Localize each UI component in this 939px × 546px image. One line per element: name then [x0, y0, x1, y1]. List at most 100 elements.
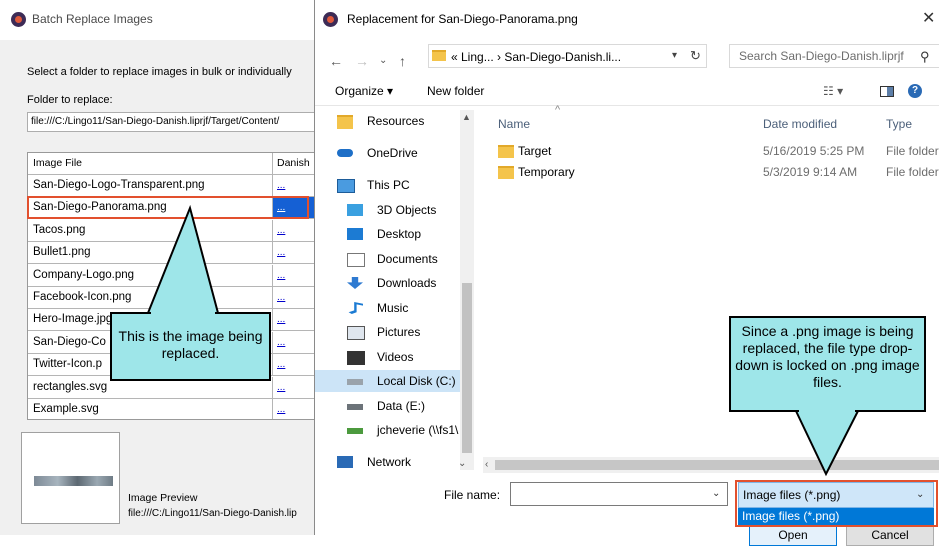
nav-item-label: 3D Objects	[377, 203, 437, 217]
file-name-label: File name:	[444, 488, 501, 502]
browse-link[interactable]: ...	[273, 175, 317, 196]
scroll-up-icon[interactable]: ▲	[462, 112, 471, 122]
browse-link[interactable]: ...	[273, 377, 317, 398]
file-name: Temporary	[518, 165, 575, 179]
close-icon[interactable]: ✕	[922, 8, 935, 28]
help-icon[interactable]: ?	[908, 84, 922, 98]
batch-instruction: Select a folder to replace images in bul…	[27, 66, 292, 78]
image-file-name: Company-Logo.png	[28, 264, 273, 286]
highlight-file-type	[735, 480, 938, 527]
nav-item-label: Resources	[367, 114, 425, 128]
sort-ascending-icon: ^	[555, 104, 561, 116]
monitor-icon	[337, 179, 355, 193]
horizontal-scroll-thumb[interactable]	[495, 460, 939, 470]
folder-label: Folder to replace:	[27, 94, 113, 106]
column-type[interactable]: Type	[886, 117, 912, 131]
file-type: File folder	[886, 165, 939, 179]
table-row[interactable]: Bullet1.png...	[28, 242, 317, 265]
file-type: File folder	[886, 144, 939, 158]
grid-header-image-file[interactable]: Image File	[28, 153, 273, 174]
up-arrow-icon[interactable]: ↑	[399, 53, 406, 69]
music-icon	[348, 302, 363, 314]
column-name[interactable]: Name	[498, 117, 530, 131]
open-button[interactable]: Open	[749, 524, 837, 546]
file-date: 5/16/2019 5:25 PM	[763, 144, 865, 158]
browse-link[interactable]: ...	[273, 309, 317, 330]
nav-item-label: Desktop	[377, 227, 422, 241]
network-drive-icon	[347, 428, 363, 434]
image-file-name: San-Diego-Logo-Transparent.png	[28, 175, 273, 196]
nav-item-label: Downloads	[377, 276, 437, 290]
download-icon	[347, 277, 363, 289]
browse-link[interactable]: ...	[273, 332, 317, 353]
refresh-icon[interactable]: ↻	[690, 48, 701, 64]
table-row[interactable]: Facebook-Icon.png...	[28, 287, 317, 309]
image-preview-label: Image Preview	[128, 492, 198, 504]
table-row[interactable]: Company-Logo.png...	[28, 264, 317, 287]
image-file-name: Facebook-Icon.png	[28, 287, 273, 308]
nav-item-label: Local Disk (C:)	[377, 374, 456, 388]
browse-link[interactable]: ...	[273, 265, 317, 286]
search-icon[interactable]: ⚲	[920, 49, 930, 65]
batch-title: Batch Replace Images	[32, 12, 153, 26]
drive-icon	[347, 404, 363, 410]
nav-item-11[interactable]: Local Disk (C:)	[315, 370, 460, 392]
nav-scroll-thumb[interactable]	[462, 283, 472, 453]
file-name-input[interactable]	[510, 482, 728, 506]
desktop-icon	[347, 228, 363, 240]
column-date-modified[interactable]: Date modified	[763, 117, 837, 131]
forward-arrow-icon[interactable]: →	[355, 53, 369, 69]
app-logo-icon	[11, 12, 26, 27]
toolbar-divider	[315, 105, 939, 106]
folder-icon	[498, 145, 514, 158]
image-preview-path: file:///C:/Lingo11/San-Diego-Danish.lip	[128, 508, 297, 519]
browse-link[interactable]: ...	[273, 354, 317, 375]
scroll-left-icon[interactable]: ‹	[485, 459, 488, 470]
recent-locations-icon[interactable]: ⌄	[379, 55, 387, 66]
image-file-name: Example.svg	[28, 399, 273, 419]
browse-link[interactable]: ...	[273, 287, 317, 308]
cancel-button[interactable]: Cancel	[846, 524, 934, 546]
new-folder-button[interactable]: New folder	[427, 84, 484, 98]
file-date: 5/3/2019 9:14 AM	[763, 165, 858, 179]
video-icon	[347, 351, 365, 365]
dialog-title: Replacement for San-Diego-Panorama.png	[347, 12, 578, 26]
chevron-down-icon[interactable]: ⌄	[712, 488, 720, 499]
folder-icon	[498, 166, 514, 179]
file-name: Target	[518, 144, 552, 158]
batch-titlebar: Batch Replace Images	[0, 0, 318, 40]
callout-image-replaced: This is the image being replaced.	[110, 312, 271, 381]
table-row[interactable]: Example.svg...	[28, 399, 317, 419]
browse-link[interactable]: ...	[273, 399, 317, 419]
browse-link[interactable]: ...	[273, 242, 317, 263]
preview-pane-icon[interactable]	[880, 86, 894, 97]
view-options-icon[interactable]: ☷ ▾	[823, 84, 843, 98]
nav-item-label: Music	[377, 301, 409, 315]
highlight-selected-row	[27, 196, 309, 219]
pictures-icon	[347, 326, 365, 340]
table-row[interactable]: San-Diego-Logo-Transparent.png...	[28, 175, 317, 197]
image-file-name: Tacos.png	[28, 219, 273, 241]
search-input[interactable]: Search San-Diego-Danish.liprjf	[729, 44, 939, 68]
back-arrow-icon[interactable]: ←	[329, 53, 343, 69]
grid-header-row: Image File Danish	[28, 153, 317, 175]
organize-button[interactable]: Organize ▾	[335, 84, 393, 98]
network-icon	[337, 456, 353, 468]
nav-item-label: jcheverie (\\fs1\	[377, 423, 459, 437]
batch-replace-window: Batch Replace Images Select a folder to …	[0, 0, 318, 535]
nav-item-label: Data (E:)	[377, 399, 426, 413]
breadcrumb[interactable]: « Ling... › San-Diego-Danish.li...	[451, 50, 621, 64]
table-row[interactable]: Tacos.png...	[28, 219, 317, 242]
grid-header-danish[interactable]: Danish	[273, 153, 317, 174]
chevron-down-icon[interactable]: ▾	[672, 50, 677, 61]
browse-link[interactable]: ...	[273, 220, 317, 241]
callout-file-type-locked: Since a .png image is being replaced, th…	[729, 316, 926, 412]
nav-item-label: OneDrive	[367, 146, 418, 160]
folder-path-input[interactable]: file:///C:/Lingo11/San-Diego-Danish.lipr…	[27, 112, 318, 132]
cloud-icon	[337, 149, 353, 157]
replacement-file-dialog: Replacement for San-Diego-Panorama.png ✕…	[314, 0, 939, 546]
scroll-down-icon[interactable]: ⌄	[458, 458, 466, 469]
document-icon	[347, 253, 365, 267]
image-file-name: Bullet1.png	[28, 242, 273, 264]
app-logo-icon	[323, 12, 338, 27]
